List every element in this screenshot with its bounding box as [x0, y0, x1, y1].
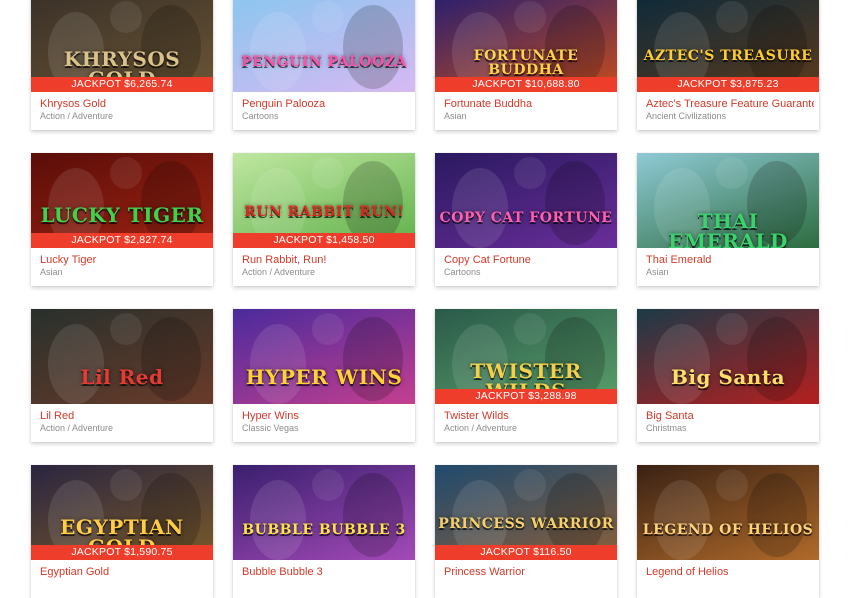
- game-artwork: [654, 313, 807, 404]
- game-artwork: [250, 469, 403, 560]
- game-artwork: [48, 313, 201, 404]
- game-logo: AZTEC'S TREASURE: [643, 48, 813, 64]
- game-artwork: [250, 313, 403, 404]
- game-thumbnail[interactable]: PENGUIN PALOOZA: [233, 0, 415, 92]
- game-thumbnail[interactable]: HYPER WINS: [233, 309, 415, 404]
- jackpot-banner: JACKPOT $10,688.80: [435, 77, 617, 92]
- game-thumbnail[interactable]: EGYPTIAN GOLDJACKPOT $1,590.75: [31, 465, 213, 560]
- game-card[interactable]: THAI EMERALD Thai Emerald Asian: [637, 153, 819, 286]
- game-title[interactable]: Aztec's Treasure Feature Guaranteed: [646, 98, 814, 110]
- game-category: Cartoons: [444, 267, 481, 277]
- game-card[interactable]: AZTEC'S TREASURE JACKPOT $3,875.23 Aztec's…: [637, 0, 819, 130]
- game-card[interactable]: Big Santa Big Santa Christmas: [637, 309, 819, 442]
- game-logo: THAI EMERALD: [668, 209, 788, 248]
- game-title[interactable]: Khrysos Gold: [40, 98, 208, 110]
- game-category: Classic Vegas: [242, 423, 299, 433]
- game-artwork: [654, 469, 807, 560]
- game-logo: Big Santa: [670, 365, 786, 389]
- game-category: Action / Adventure: [444, 423, 518, 433]
- game-logo: PRINCESS WARRIOR: [438, 516, 614, 532]
- jackpot-banner: JACKPOT $116.50: [435, 545, 617, 560]
- game-category: Asian: [40, 267, 63, 277]
- game-card[interactable]: LUCKY TIGER JACKPOT $2,827.74 Lucky Tiger A…: [31, 153, 213, 286]
- game-thumbnail[interactable]: KHRYSOS GOLDJACKPOT $6,265.74: [31, 0, 213, 92]
- game-card[interactable]: PENGUIN PALOOZA Penguin Palooza Cartoons: [233, 0, 415, 130]
- game-thumbnail[interactable]: RUN RABBIT RUN! JACKPOT $1,458.50: [233, 153, 415, 248]
- game-artwork: [452, 157, 605, 248]
- jackpot-banner: JACKPOT $1,590.75: [31, 545, 213, 560]
- game-category: Asian: [646, 267, 669, 277]
- game-title[interactable]: Lil Red: [40, 410, 208, 422]
- game-card[interactable]: LEGEND OF HELIOS Legend of Helios: [637, 465, 819, 598]
- game-category: Christmas: [646, 423, 687, 433]
- game-thumbnail[interactable]: LUCKY TIGER JACKPOT $2,827.74: [31, 153, 213, 248]
- game-category: Ancient Civilizations: [646, 111, 727, 121]
- game-thumbnail[interactable]: THAI EMERALD: [637, 153, 819, 248]
- game-title[interactable]: Legend of Helios: [646, 566, 814, 578]
- game-title[interactable]: Egyptian Gold: [40, 566, 208, 578]
- game-logo: FORTUNATE BUDDHA: [473, 48, 579, 78]
- game-card[interactable]: PRINCESS WARRIOR JACKPOT $116.50 Princess …: [435, 465, 617, 598]
- game-thumbnail[interactable]: LEGEND OF HELIOS: [637, 465, 819, 560]
- game-logo: Lil Red: [80, 365, 164, 389]
- game-card[interactable]: TWISTER WILDSJACKPOT $3,288.98 Twister Wi…: [435, 309, 617, 442]
- game-thumbnail[interactable]: PRINCESS WARRIOR JACKPOT $116.50: [435, 465, 617, 560]
- game-thumbnail[interactable]: Big Santa: [637, 309, 819, 404]
- game-category: Action / Adventure: [40, 423, 114, 433]
- game-logo: PENGUIN PALOOZA: [241, 54, 407, 70]
- game-logo: COPY CAT FORTUNE: [439, 210, 613, 226]
- game-card[interactable]: HYPER WINS Hyper Wins Classic Vegas: [233, 309, 415, 442]
- game-thumbnail[interactable]: AZTEC'S TREASURE JACKPOT $3,875.23: [637, 0, 819, 92]
- game-title[interactable]: Bubble Bubble 3: [242, 566, 410, 578]
- game-card[interactable]: EGYPTIAN GOLDJACKPOT $1,590.75 Egyptian G…: [31, 465, 213, 598]
- jackpot-banner: JACKPOT $2,827.74: [31, 233, 213, 248]
- game-title[interactable]: Big Santa: [646, 410, 814, 422]
- game-logo: LUCKY TIGER: [40, 203, 204, 227]
- games-grid: KHRYSOS GOLDJACKPOT $6,265.74 Khrysos Gol…: [0, 0, 850, 598]
- game-thumbnail[interactable]: TWISTER WILDSJACKPOT $3,288.98: [435, 309, 617, 404]
- game-title[interactable]: Princess Warrior: [444, 566, 612, 578]
- game-logo: RUN RABBIT RUN!: [244, 204, 404, 220]
- game-thumbnail[interactable]: FORTUNATE BUDDHA JACKPOT $10,688.80: [435, 0, 617, 92]
- game-title[interactable]: Penguin Palooza: [242, 98, 410, 110]
- game-title[interactable]: Hyper Wins: [242, 410, 410, 422]
- game-thumbnail[interactable]: COPY CAT FORTUNE: [435, 153, 617, 248]
- game-thumbnail[interactable]: Lil Red: [31, 309, 213, 404]
- game-title[interactable]: Twister Wilds: [444, 410, 612, 422]
- jackpot-banner: JACKPOT $3,875.23: [637, 77, 819, 92]
- game-title[interactable]: Run Rabbit, Run!: [242, 254, 410, 266]
- game-logo: HYPER WINS: [245, 365, 403, 389]
- game-logo: LEGEND OF HELIOS: [642, 522, 814, 538]
- game-logo: BUBBLE BUBBLE 3: [242, 522, 406, 538]
- game-thumbnail[interactable]: BUBBLE BUBBLE 3: [233, 465, 415, 560]
- game-category: Action / Adventure: [242, 267, 316, 277]
- game-card[interactable]: Lil Red Lil Red Action / Adventure: [31, 309, 213, 442]
- game-card[interactable]: BUBBLE BUBBLE 3 Bubble Bubble 3: [233, 465, 415, 598]
- game-title[interactable]: Copy Cat Fortune: [444, 254, 612, 266]
- game-title[interactable]: Thai Emerald: [646, 254, 814, 266]
- game-card[interactable]: COPY CAT FORTUNE Copy Cat Fortune Cartoons: [435, 153, 617, 286]
- game-category: Cartoons: [242, 111, 279, 121]
- game-category: Action / Adventure: [40, 111, 114, 121]
- game-artwork: [250, 1, 403, 92]
- jackpot-banner: JACKPOT $6,265.74: [31, 77, 213, 92]
- game-title[interactable]: Fortunate Buddha: [444, 98, 612, 110]
- game-card[interactable]: FORTUNATE BUDDHA JACKPOT $10,688.80 Fortun…: [435, 0, 617, 130]
- jackpot-banner: JACKPOT $3,288.98: [435, 389, 617, 404]
- game-category: Asian: [444, 111, 467, 121]
- game-card[interactable]: KHRYSOS GOLDJACKPOT $6,265.74 Khrysos Gol…: [31, 0, 213, 130]
- jackpot-banner: JACKPOT $1,458.50: [233, 233, 415, 248]
- game-card[interactable]: RUN RABBIT RUN! JACKPOT $1,458.50 Run Rabb…: [233, 153, 415, 286]
- game-title[interactable]: Lucky Tiger: [40, 254, 208, 266]
